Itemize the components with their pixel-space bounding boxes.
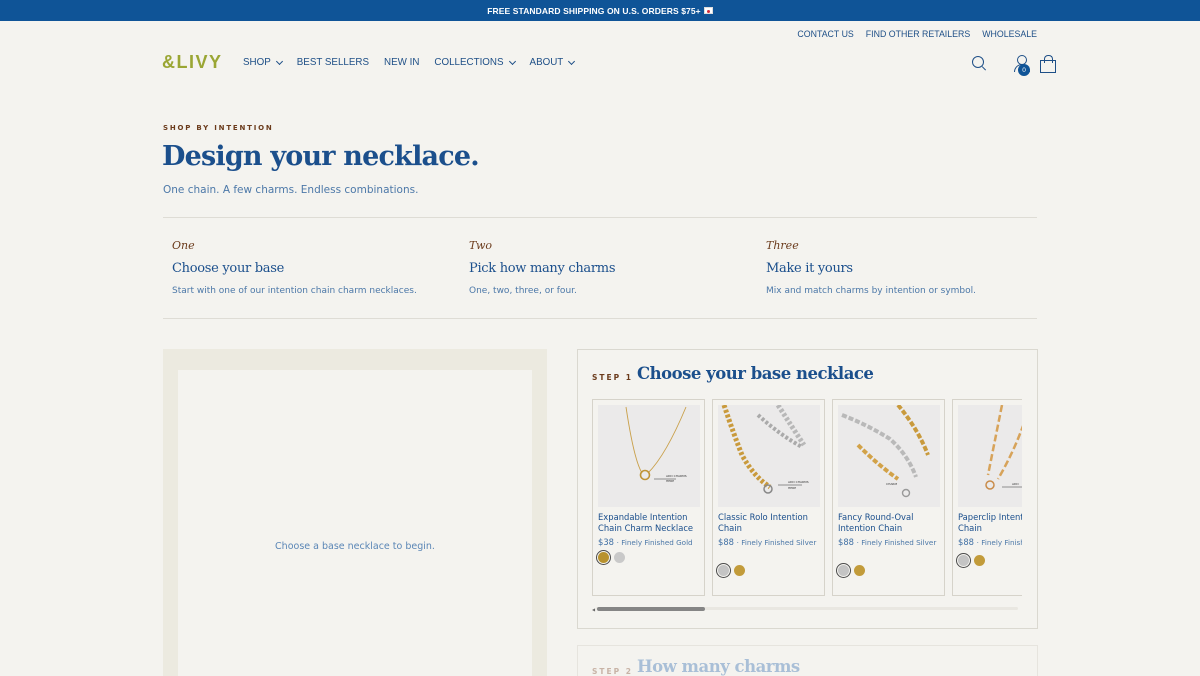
nav-item-best-sellers[interactable]: BEST SELLERS — [297, 57, 369, 68]
wholesale-link[interactable]: WHOLESALE — [982, 29, 1037, 39]
find-retailers-link[interactable]: FIND OTHER RETAILERS — [866, 29, 970, 39]
us-flag-icon — [703, 7, 713, 14]
gold-swatch[interactable] — [734, 565, 745, 576]
nav-label: COLLECTIONS — [434, 57, 504, 68]
silver-swatch[interactable] — [718, 565, 729, 576]
step-description: One, two, three, or four. — [469, 286, 577, 296]
page-title: Design your necklace. — [162, 141, 480, 172]
product-image[interactable]: ADD — [958, 405, 1022, 507]
gold-swatch[interactable] — [854, 565, 865, 576]
step-heading: Choose your base — [172, 261, 284, 276]
step-heading: Make it yours — [766, 261, 853, 276]
step-number: One — [172, 239, 195, 252]
product-meta: $88 · Finely Finished Silver — [958, 536, 1022, 549]
main-nav: SHOP BEST SELLERS NEW IN COLLECTIONS ABO… — [243, 57, 576, 68]
page-subtitle: One chain. A few charms. Endless combina… — [163, 184, 419, 196]
svg-text:HERE: HERE — [788, 486, 796, 490]
silver-swatch[interactable] — [958, 555, 969, 566]
brand-logo[interactable]: &LIVY — [162, 52, 223, 73]
product-image[interactable]: ADD CHARMS HERE — [718, 405, 820, 507]
product-name[interactable]: Expandable Intention Chain Charm Necklac… — [598, 512, 702, 533]
step-heading: Pick how many charms — [469, 261, 616, 276]
product-card[interactable]: CHARM Fancy Round-Oval Intention Chain $… — [832, 399, 945, 596]
step-number: Three — [766, 239, 799, 252]
step-description: Start with one of our intention chain ch… — [172, 286, 417, 296]
chevron-down-icon — [275, 57, 283, 65]
contact-us-link[interactable]: CONTACT US — [797, 29, 853, 39]
step-1-title: Choose your base necklace — [637, 364, 874, 383]
finish-swatches — [598, 552, 625, 563]
section-eyebrow: SHOP BY INTENTION — [163, 124, 274, 132]
svg-text:CHARM: CHARM — [886, 482, 897, 486]
intro-step: One Choose your base Start with one of o… — [172, 239, 452, 296]
step-1-label: STEP 1 — [592, 373, 633, 382]
silver-swatch[interactable] — [838, 565, 849, 576]
product-finish: Finely Finished Silver — [741, 538, 817, 547]
nav-item-shop[interactable]: SHOP — [243, 57, 283, 68]
nav-item-collections[interactable]: COLLECTIONS — [434, 57, 516, 68]
base-necklace-carousel[interactable]: ADD CHARMS HERE Expandable Intention Cha… — [592, 399, 1022, 597]
product-price: $88 — [958, 537, 974, 547]
product-name[interactable]: Classic Rolo Intention Chain — [718, 512, 822, 533]
preview-empty-message: Choose a base necklace to begin. — [275, 541, 435, 552]
product-name[interactable]: Fancy Round-Oval Intention Chain — [838, 512, 942, 533]
product-image[interactable]: ADD CHARMS HERE — [598, 405, 700, 507]
product-meta: $38 · Finely Finished Gold — [598, 537, 693, 547]
header-icons — [970, 54, 1056, 73]
carousel-scrollbar[interactable]: ◀ — [592, 606, 1022, 612]
product-finish: Finely Finished Gold — [621, 538, 693, 547]
utility-nav: CONTACT US FIND OTHER RETAILERS WHOLESAL… — [797, 29, 1037, 39]
finish-swatches — [718, 565, 745, 576]
banner-text: FREE STANDARD SHIPPING ON U.S. ORDERS $7… — [487, 5, 701, 16]
finish-swatches — [838, 565, 865, 576]
bag-icon[interactable] — [1038, 54, 1056, 73]
shipping-banner: FREE STANDARD SHIPPING ON U.S. ORDERS $7… — [0, 0, 1200, 21]
nav-item-about[interactable]: ABOUT — [529, 57, 576, 68]
svg-text:ADD: ADD — [1012, 482, 1019, 486]
product-price: $88 — [838, 537, 854, 547]
product-card[interactable]: ADD Paperclip Intention Chain $88 · Fine… — [952, 399, 1022, 596]
product-finish: Finely Finished Silver — [861, 538, 937, 547]
necklace-preview-canvas — [178, 370, 532, 676]
chevron-down-icon — [568, 57, 576, 65]
product-price: $88 — [718, 537, 734, 547]
scroll-left-arrow-icon[interactable]: ◀ — [592, 607, 595, 612]
divider — [163, 318, 1037, 319]
intro-step: Two Pick how many charms One, two, three… — [469, 239, 749, 296]
svg-text:HERE: HERE — [666, 479, 674, 483]
gold-swatch[interactable] — [598, 552, 609, 563]
nav-item-new-in[interactable]: NEW IN — [384, 57, 419, 68]
finish-swatches — [958, 555, 985, 566]
nav-label: NEW IN — [384, 57, 420, 68]
divider — [163, 217, 1037, 218]
product-price: $38 — [598, 537, 614, 547]
silver-swatch[interactable] — [614, 552, 625, 563]
gold-swatch[interactable] — [974, 555, 985, 566]
step-number: Two — [469, 239, 492, 252]
nav-label: ABOUT — [529, 57, 564, 68]
intro-step: Three Make it yours Mix and match charms… — [766, 239, 1046, 296]
product-image[interactable]: CHARM — [838, 405, 940, 507]
nav-label: BEST SELLERS — [296, 57, 370, 68]
nav-label: SHOP — [243, 57, 271, 68]
svg-text:ADD CHARMS: ADD CHARMS — [788, 480, 809, 484]
chevron-down-icon — [508, 57, 516, 65]
svg-text:ADD CHARMS: ADD CHARMS — [666, 474, 687, 478]
scroll-thumb[interactable] — [597, 606, 705, 611]
search-icon[interactable] — [970, 54, 988, 72]
product-name[interactable]: Paperclip Intention Chain — [958, 512, 1022, 533]
step-2-label: STEP 2 — [592, 667, 633, 676]
product-card[interactable]: ADD CHARMS HERE Classic Rolo Intention C… — [712, 399, 825, 596]
product-card[interactable]: ADD CHARMS HERE Expandable Intention Cha… — [592, 399, 705, 596]
product-meta: $88 · Finely Finished Silver — [838, 537, 937, 547]
product-meta: $88 · Finely Finished Silver — [718, 537, 817, 547]
step-2-title: How many charms — [637, 657, 800, 676]
product-finish: Finely Finished Silver — [981, 538, 1022, 547]
cart-count-badge: 0 — [1018, 64, 1030, 76]
step-description: Mix and match charms by intention or sym… — [766, 286, 977, 296]
